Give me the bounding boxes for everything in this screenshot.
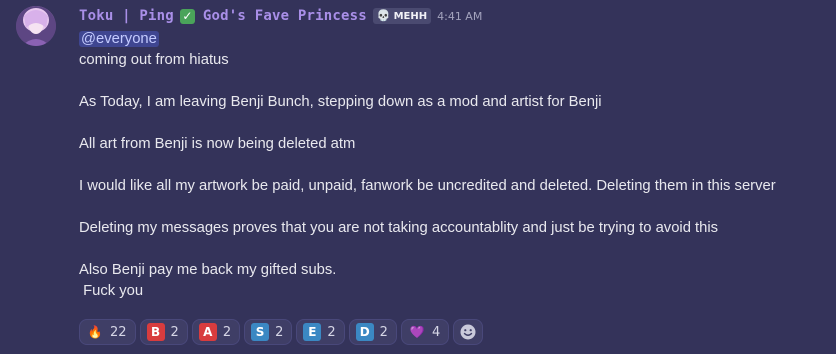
reaction-count: 2 [170,324,179,340]
everyone-mention[interactable]: @everyone [79,31,159,47]
reaction-letter-a[interactable]: A 2 [191,319,241,345]
add-reaction-button[interactable] [453,319,484,345]
message-line: Also Benji pay me back my gifted subs. [79,262,337,278]
username[interactable]: Toku | Ping [79,8,174,24]
reaction-count: 2 [222,324,232,340]
reaction-purple-heart[interactable]: 💜 4 [400,319,450,345]
message-line: I would like all my artwork be paid, unp… [79,178,776,194]
message-line-mention: @everyone [79,29,819,50]
message-line: Deleting my messages proves that you are… [79,220,719,236]
reaction-count: 22 [110,324,127,340]
reactions-bar: 🔥 22 B 2 A 2 S 2 E 2 D 2 💜 4 [79,319,484,345]
username-suffix[interactable]: God's Fave Princess [203,8,367,24]
user-avatar[interactable] [16,6,56,46]
letter-b-icon: B [146,323,165,341]
reaction-letter-e[interactable]: E 2 [296,319,345,345]
message-content: @everyone coming out from hiatus As Toda… [79,29,819,302]
message-line: Fuck you [79,283,144,299]
letter-a-icon: A [198,323,217,341]
message-line: All art from Benji is now being deleted … [79,136,356,152]
reaction-letter-s[interactable]: S 2 [244,319,293,345]
reaction-letter-b[interactable]: B 2 [139,319,188,345]
skull-icon: 💀 [376,9,391,22]
message-header: Toku | Ping ✓ God's Fave Princess 💀 MEHH… [79,6,482,26]
message-line-blank [79,71,819,92]
message-line-blank [79,239,819,260]
purple-heart-icon: 💜 [409,325,425,339]
message-line-blank [79,155,819,176]
message-line: coming out from hiatus [79,52,229,68]
reaction-count: 2 [275,324,284,340]
reaction-count: 4 [431,324,441,340]
timestamp[interactable]: 4:41 AM [437,10,482,23]
message-line: As Today, I am leaving Benji Bunch, step… [79,94,602,110]
message-line-blank [79,197,819,218]
message-line-blank [79,113,819,134]
reaction-fire[interactable]: 🔥 22 [79,319,136,345]
reaction-letter-d[interactable]: D 2 [348,319,397,345]
fire-icon: 🔥 [87,325,103,339]
role-tag[interactable]: 💀 MEHH [372,8,432,24]
check-mark-button-icon: ✓ [179,8,195,24]
reaction-count: 2 [327,324,336,340]
letter-d-icon: D [355,323,374,341]
add-reaction-icon [459,323,477,341]
reaction-count: 2 [379,324,388,340]
letter-s-icon: S [251,323,270,341]
chat-message: Toku | Ping ✓ God's Fave Princess 💀 MEHH… [0,0,836,354]
role-tag-label: MEHH [393,10,428,22]
letter-e-icon: E [303,323,322,341]
